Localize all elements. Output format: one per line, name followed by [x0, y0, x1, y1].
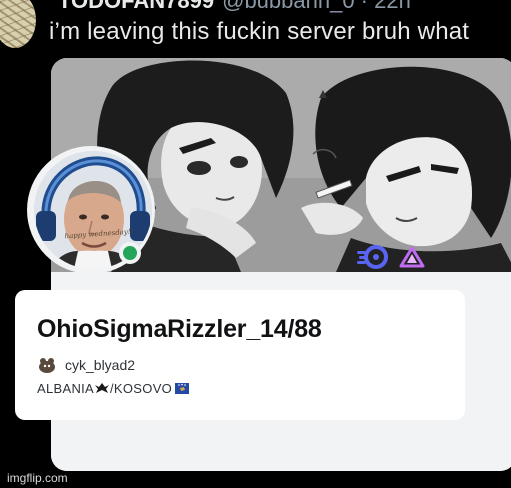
- profile-display-name: OhioSigmaRizzler_14/88: [37, 315, 322, 343]
- boost-badge-icon[interactable]: [399, 245, 425, 269]
- tweet-author-avatar[interactable]: [0, 0, 36, 48]
- tweet-author-name[interactable]: TODOFAN7899: [58, 0, 214, 13]
- location-row: ALBANIA /KOSOVO: [37, 378, 190, 398]
- badge-row: [357, 243, 425, 271]
- profile-username[interactable]: cyk_blyad2: [65, 357, 135, 373]
- online-status-icon: [119, 242, 141, 264]
- tweet-handle-time: @bubbahh_0 · 22h: [222, 0, 411, 13]
- albanian-eagle-icon: [95, 383, 110, 393]
- imgflip-watermark: imgflip.com: [7, 471, 68, 485]
- tweet-author-line: TODOFAN7899 @bubbahh_0 · 22h: [58, 0, 411, 14]
- location-albania: ALBANIA: [37, 380, 95, 396]
- pet-emoji-icon: [39, 358, 55, 373]
- tweet-text: i’m leaving this fuckin server bruh what: [49, 18, 470, 45]
- username-row: cyk_blyad2: [37, 355, 135, 375]
- kosovo-flag-icon: [175, 382, 190, 394]
- location-kosovo: /KOSOVO: [110, 380, 173, 396]
- nitro-badge-icon[interactable]: [357, 245, 389, 269]
